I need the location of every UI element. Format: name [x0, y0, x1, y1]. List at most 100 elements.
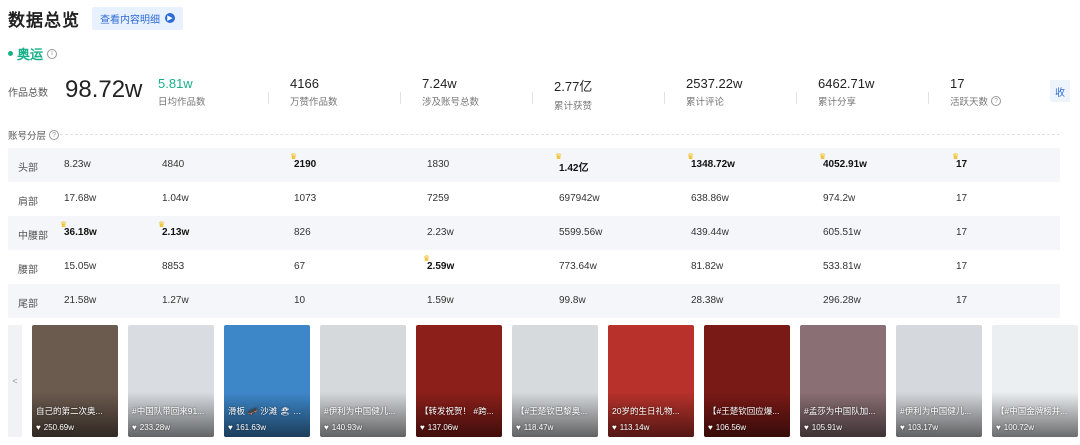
table-cell: 974.2w: [823, 193, 856, 204]
card-likes: ♥ 250.69w: [36, 423, 74, 432]
account-tier-title: 账号分层: [8, 131, 47, 142]
stat-value: 17: [950, 76, 965, 91]
heart-icon: ♥: [708, 423, 713, 432]
video-card[interactable]: 【转发祝贺！ #跨... ♥ 137.06w: [416, 325, 502, 437]
section-name: 奥运: [17, 47, 44, 62]
card-likes: ♥ 113.14w: [612, 423, 649, 432]
card-caption: #中国队带回来91...: [132, 406, 205, 416]
video-card[interactable]: 20岁的生日礼物... ♥ 113.14w: [608, 325, 694, 437]
video-card[interactable]: #伊利为中国健儿... ♥ 103.17w: [896, 325, 982, 437]
card-caption: 【#中国金牌榜并...: [996, 406, 1068, 416]
stat-label: 累计评论: [686, 97, 725, 108]
card-likes-value: 233.28w: [139, 423, 170, 432]
card-caption: #伊利为中国健儿...: [900, 406, 972, 416]
table-cell: 17: [956, 295, 968, 306]
heart-icon: ♥: [420, 423, 425, 432]
stat-value: 2537.22w: [686, 76, 743, 91]
card-caption: #孟莎为中国队加...: [804, 406, 876, 416]
table-cell: 1073: [294, 193, 317, 204]
table-cell: 17: [956, 193, 968, 204]
table-cell: 17.68w: [64, 193, 97, 204]
heart-icon: ♥: [516, 423, 521, 432]
stat-label: 活跃天数: [950, 97, 989, 108]
help-icon[interactable]: ?: [49, 130, 60, 140]
table-cell-top: ♛ 36.18w: [60, 220, 97, 238]
table-cell: 81.82w: [691, 261, 724, 272]
stat-accounts-total: 7.24w 涉及账号总数: [422, 76, 479, 108]
card-likes: ♥ 161.63w: [228, 423, 266, 432]
table-cell: 8.23w: [64, 159, 91, 170]
table-cell: 15.05w: [64, 261, 97, 272]
heart-icon: ♥: [612, 423, 617, 432]
card-likes-value: 105.91w: [811, 423, 842, 432]
crown-icon: ♛: [687, 152, 695, 161]
card-likes-value: 137.06w: [427, 423, 458, 432]
table-cell: 5599.56w: [559, 227, 603, 238]
help-icon[interactable]: ?: [991, 96, 1002, 106]
card-caption: 【转发祝贺！ #跨...: [420, 406, 494, 416]
table-cell: 8853: [162, 261, 185, 272]
crown-icon: ♛: [60, 220, 68, 229]
card-likes: ♥ 103.17w: [900, 423, 938, 432]
table-row: 头部 8.23w 4840 ♛ 2190 1830 ♛ 1.42亿 ♛ 1348.72…: [8, 148, 1060, 182]
table-cell-value: 2190: [294, 159, 317, 170]
table-cell-value: 2.13w: [162, 227, 190, 238]
table-cell-value: 1348.72w: [691, 159, 735, 170]
heart-icon: ♥: [996, 423, 1001, 432]
card-likes-value: 140.93w: [331, 423, 362, 432]
table-cell-top: ♛ 1348.72w: [687, 152, 735, 170]
stat-label: 涉及账号总数: [422, 97, 480, 108]
video-card[interactable]: 自己的第二次奥... ♥ 250.69w: [32, 325, 118, 437]
heart-icon: ♥: [228, 423, 233, 432]
table-cell: 17: [956, 227, 968, 238]
card-likes: ♥ 105.91w: [804, 423, 842, 432]
video-card[interactable]: #孟莎为中国队加... ♥ 105.91w: [800, 325, 886, 437]
divider: [268, 92, 269, 104]
crown-icon: ♛: [819, 152, 827, 161]
stat-label-row: 活跃天数 ?: [950, 94, 1002, 108]
divider: [796, 92, 797, 104]
crown-icon: ♛: [423, 254, 431, 263]
divider: [928, 92, 929, 104]
row-label: 头部: [18, 163, 38, 174]
video-card[interactable]: 【#王楚钦巴黎奥... ♥ 118.47w: [512, 325, 598, 437]
collapse-button[interactable]: 收: [1050, 80, 1070, 102]
heart-icon: ♥: [804, 423, 809, 432]
info-icon[interactable]: i: [47, 48, 58, 59]
table-cell-value: 4052.91w: [823, 159, 867, 170]
video-card[interactable]: 滑板 🛹 沙滩 🏖 海... ♥ 161.63w: [224, 325, 310, 437]
video-card[interactable]: 【#王楚钦回应爆... ♥ 106.56w: [704, 325, 790, 437]
carousel-prev-button[interactable]: <: [8, 325, 22, 437]
video-card[interactable]: 【#中国金牌榜并... ♥ 100.72w: [992, 325, 1078, 437]
table-cell: 605.51w: [823, 227, 861, 238]
card-caption: 【#王楚钦巴黎奥...: [516, 406, 588, 416]
table-cell: 296.28w: [823, 295, 861, 306]
stat-value: 4166: [290, 76, 319, 91]
table-cell: 7259: [427, 193, 450, 204]
card-caption: #伊利为中国健儿...: [324, 406, 396, 416]
table-row: 肩部 17.68w 1.04w 1073 7259 697942w 638.86…: [8, 182, 1060, 216]
view-content-detail-label: 查看内容明细: [100, 14, 160, 26]
card-likes-value: 106.56w: [715, 423, 746, 432]
table-cell: 697942w: [559, 193, 600, 204]
table-cell: 533.81w: [823, 261, 861, 272]
view-content-detail-button[interactable]: 查看内容明细 ▶: [92, 6, 183, 30]
stat-daily-works: 5.81w 日均作品数: [158, 76, 206, 108]
divider: [400, 92, 401, 104]
card-likes-value: 103.17w: [907, 423, 938, 432]
stat-value: 7.24w: [422, 76, 457, 91]
card-caption: 20岁的生日礼物...: [612, 406, 680, 416]
total-works-label: 作品总数: [8, 88, 48, 99]
divider: [532, 92, 533, 104]
table-cell-top: ♛ 2.13w: [158, 220, 190, 238]
summary-bar: 作品总数 98.72w 5.81w 日均作品数 4166 万赞作品数 7.24w…: [8, 72, 1070, 112]
card-likes: ♥ 100.72w: [996, 423, 1034, 432]
table-cell-top: ♛ 2.59w: [423, 254, 454, 272]
stat-total-shares: 6462.71w 累计分享: [818, 76, 874, 108]
video-card[interactable]: #中国队带回来91... ♥ 233.28w: [128, 325, 214, 437]
card-likes: ♥ 140.93w: [324, 423, 362, 432]
account-tier-heading: 账号分层 ?: [8, 128, 60, 142]
crown-icon: ♛: [158, 220, 166, 229]
video-card[interactable]: #伊利为中国健儿... ♥ 140.93w: [320, 325, 406, 437]
card-caption: 【#王楚钦回应爆...: [708, 406, 780, 416]
